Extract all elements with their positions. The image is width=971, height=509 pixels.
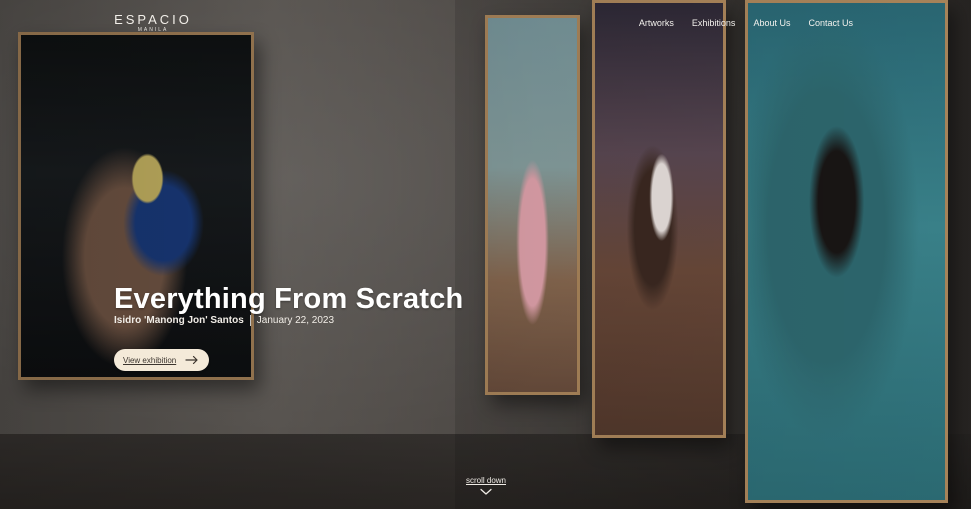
hero: ESPACIO MANILA Artworks Exhibitions Abou…: [0, 0, 971, 509]
artwork-pink-figure: [485, 15, 580, 395]
top-navigation: Artworks Exhibitions About Us Contact Us: [639, 18, 853, 28]
nav-artworks[interactable]: Artworks: [639, 18, 674, 28]
site-logo[interactable]: ESPACIO MANILA: [111, 12, 195, 38]
exhibition-artist: Isidro 'Manong Jon' Santos: [114, 315, 244, 326]
artwork-teal-veil-portrait: [745, 0, 948, 503]
view-exhibition-button[interactable]: View exhibition: [114, 349, 210, 371]
scroll-down-link[interactable]: scroll down: [458, 476, 514, 496]
exhibition-meta: Isidro 'Manong Jon' Santos January 22, 2…: [114, 315, 334, 326]
arrow-right-icon: [185, 355, 198, 365]
nav-about-us[interactable]: About Us: [753, 18, 790, 28]
exhibition-title: Everything From Scratch: [114, 283, 464, 316]
artwork-horse-figure: [592, 0, 726, 438]
scroll-down-label: scroll down: [465, 476, 506, 485]
exhibition-date: January 22, 2023: [256, 315, 335, 326]
meta-separator: [249, 315, 251, 326]
logo-main-text: ESPACIO: [114, 12, 192, 27]
nav-exhibitions[interactable]: Exhibitions: [692, 18, 736, 28]
view-exhibition-label: View exhibition: [123, 355, 177, 365]
artwork-portrait-yellow-hat: [18, 32, 254, 380]
logo-sub-text: MANILA: [137, 27, 169, 33]
nav-contact-us[interactable]: Contact Us: [808, 18, 853, 28]
chevron-down-icon: [480, 488, 492, 495]
